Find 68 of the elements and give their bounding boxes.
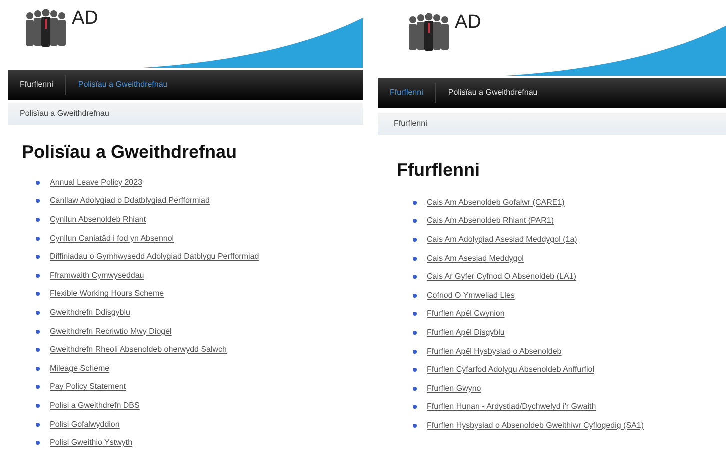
document-link[interactable]: Cais Am Adolygiad Asesiad Meddygol (1a) [427, 234, 578, 246]
bullet-icon [413, 424, 417, 428]
document-link[interactable]: Gweithdrefn Ddisgyblu [50, 306, 130, 319]
document-link[interactable]: Pay Policy Statement [50, 381, 126, 394]
nav-link[interactable]: Polisïau a Gweithdrefnau [78, 79, 168, 91]
breadcrumb-text: Ffurflenni [394, 118, 428, 130]
document-link[interactable]: Cynllun Caniatâd i fod yn Absennol [50, 232, 174, 245]
logo-text: AD [72, 9, 98, 28]
document-link[interactable]: Ffurflen Apêl Hysbysiad o Absenoldeb [427, 346, 562, 358]
document-link[interactable]: Annual Leave Policy 2023 [50, 176, 143, 189]
bullet-icon [36, 404, 40, 408]
document-link[interactable]: Polisi Gofalwyddion [50, 418, 120, 431]
document-link[interactable]: Ffurflen Hunan - Ardystiad/Dychwelyd i'r Gwaith [427, 401, 596, 414]
bullet-icon [413, 368, 417, 372]
document-link[interactable]: Ffurflen Cyfarfod Adolygu Absenoldeb Anffurfiol [427, 364, 595, 376]
document-link[interactable]: Diffiniadau o Gymhwysedd Adolygiad Datblygu Perfformiad [50, 251, 260, 264]
page-heading: Ffurflenni [397, 159, 481, 182]
document-link[interactable]: Canllaw Adolygiad o Ddatblygiad Perfformiad [50, 195, 210, 208]
document-link[interactable]: Fframwaith Cymwyseddau [50, 270, 144, 282]
document-link[interactable]: Ffurflen Gwyno [427, 382, 482, 395]
people-logo-icon [24, 8, 68, 48]
bullet-icon [36, 236, 40, 241]
document-link[interactable]: Cais Am Absenoldeb Rhiant (PAR1) [427, 215, 554, 228]
bullet-icon [413, 200, 417, 205]
logo-text: AD [455, 13, 482, 32]
page-heading: Polisïau a Gweithdrefnau [22, 141, 238, 164]
nav-link[interactable]: Ffurflenni [20, 79, 54, 91]
bullet-icon [36, 292, 40, 296]
bullet-icon [36, 218, 40, 222]
document-link[interactable]: Polisi Gweithio Ystwyth [50, 437, 133, 450]
document-link[interactable]: Ffurflen Hysbysiad o Absenoldeb Gweithiwr Cyflogedig (SA1) [427, 420, 644, 432]
nav-link[interactable]: Polisïau a Gweithdrefnau [448, 87, 538, 99]
bullet-icon [413, 219, 417, 224]
nav-link[interactable]: Ffurflenni [390, 87, 424, 99]
document-link[interactable]: Ffurflen Apêl Cwynion [427, 308, 505, 320]
bullet-icon [413, 386, 417, 391]
bullet-icon [36, 422, 40, 427]
bullet-icon [413, 312, 417, 316]
document-link[interactable]: Cofnod O Ymweliad Lles [427, 290, 515, 302]
document-link[interactable]: Mileage Scheme [50, 362, 110, 375]
bullet-icon [36, 385, 40, 390]
people-logo-icon [407, 12, 451, 52]
bullet-icon [36, 310, 40, 315]
bullet-icon [36, 180, 40, 185]
bullet-icon [36, 199, 40, 204]
document-link[interactable]: Gweithdrefn Rheoli Absenoldeb oherwydd Salwch [50, 344, 227, 356]
bullet-icon [36, 441, 40, 446]
document-link[interactable]: Cais Am Absenoldeb Gofalwr (CARE1) [427, 196, 565, 209]
bullet-icon [36, 330, 40, 334]
bullet-icon [413, 350, 417, 354]
bullet-icon [36, 274, 40, 278]
bullet-icon [413, 294, 417, 298]
document-link[interactable]: Cais Am Asesiad Meddygol [427, 252, 524, 265]
document-link[interactable]: Gweithdrefn Recriwtio Mwy Diogel [50, 326, 172, 338]
bullet-icon [413, 405, 417, 410]
bullet-icon [36, 255, 40, 260]
document-link[interactable]: Ffurflen Apêl Disgyblu [427, 326, 505, 339]
bullet-icon [413, 238, 417, 242]
bullet-icon [36, 366, 40, 371]
bullet-icon [413, 275, 417, 280]
document-link[interactable]: Polisi a Gweithdrefn DBS [50, 400, 140, 412]
document-link[interactable]: Cynllun Absenoldeb Rhiant [50, 214, 146, 226]
bullet-icon [413, 256, 417, 261]
bullet-icon [413, 330, 417, 335]
breadcrumb-text: Polisïau a Gweithdrefnau [20, 108, 110, 120]
document-link[interactable]: Cais Ar Gyfer Cyfnod O Absenoldeb (LA1) [427, 271, 576, 284]
document-link[interactable]: Flexible Working Hours Scheme [50, 288, 164, 300]
bullet-icon [36, 348, 40, 352]
